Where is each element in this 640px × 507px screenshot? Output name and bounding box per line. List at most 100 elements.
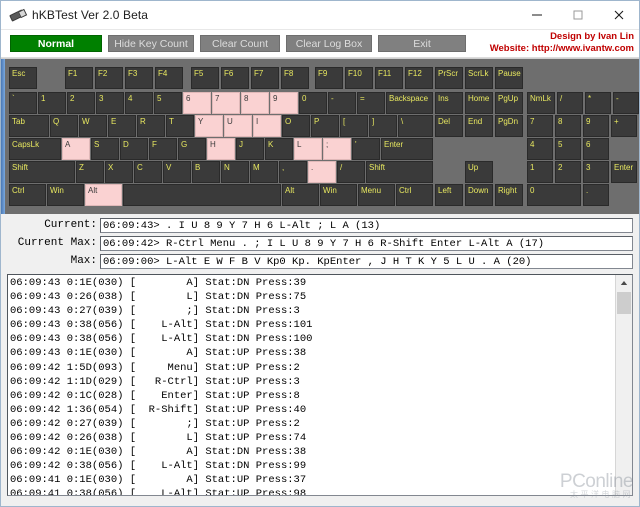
- scrollbar-thumb[interactable]: [617, 292, 631, 314]
- key-Y[interactable]: Y: [195, 115, 223, 137]
- key-Ctrl[interactable]: Ctrl: [9, 184, 46, 206]
- key-D[interactable]: D: [120, 138, 148, 160]
- key-4[interactable]: 4: [125, 92, 153, 114]
- key-F2[interactable]: F2: [95, 67, 123, 89]
- key-8[interactable]: 8: [555, 115, 581, 137]
- key-F10[interactable]: F10: [345, 67, 373, 89]
- key-F11[interactable]: F11: [375, 67, 403, 89]
- key-PgUp[interactable]: PgUp: [495, 92, 523, 114]
- key-sym[interactable]: -: [328, 92, 356, 114]
- key-sym[interactable]: /: [337, 161, 365, 183]
- key-sym[interactable]: *: [585, 92, 611, 114]
- key-Menu[interactable]: Menu: [358, 184, 395, 206]
- key-P[interactable]: P: [311, 115, 339, 137]
- key-F5[interactable]: F5: [191, 67, 219, 89]
- key-Win[interactable]: Win: [47, 184, 84, 206]
- hide-key-count-button[interactable]: Hide Key Count: [108, 35, 194, 52]
- key-Pause[interactable]: Pause: [495, 67, 523, 89]
- key-F9[interactable]: F9: [315, 67, 343, 89]
- key-8[interactable]: 8: [241, 92, 269, 114]
- key-Enter[interactable]: Enter: [611, 161, 637, 183]
- key-sym[interactable]: =: [357, 92, 385, 114]
- key-Backspace[interactable]: Backspace: [386, 92, 433, 114]
- key-S[interactable]: S: [91, 138, 119, 160]
- key-M[interactable]: M: [250, 161, 278, 183]
- key-NmLk[interactable]: NmLk: [527, 92, 555, 114]
- key-sym[interactable]: -: [613, 92, 639, 114]
- key-0[interactable]: 0: [527, 184, 581, 206]
- key-F4[interactable]: F4: [155, 67, 183, 89]
- key-1[interactable]: 1: [38, 92, 66, 114]
- key-F7[interactable]: F7: [251, 67, 279, 89]
- key-9[interactable]: 9: [583, 115, 609, 137]
- clear-log-box-button[interactable]: Clear Log Box: [286, 35, 372, 52]
- key-ScrLk[interactable]: ScrLk: [465, 67, 493, 89]
- key-Ins[interactable]: Ins: [435, 92, 463, 114]
- key-sym[interactable]: ': [352, 138, 380, 160]
- key-sym[interactable]: ,: [279, 161, 307, 183]
- key-Esc[interactable]: Esc: [9, 67, 37, 89]
- key-A[interactable]: A: [62, 138, 90, 160]
- key-5[interactable]: 5: [154, 92, 182, 114]
- key-Left[interactable]: Left: [435, 184, 463, 206]
- key-sym[interactable]: .: [583, 184, 609, 206]
- key-Shift[interactable]: Shift: [366, 161, 433, 183]
- key-Right[interactable]: Right: [495, 184, 523, 206]
- key-Down[interactable]: Down: [465, 184, 493, 206]
- key-CapsLk[interactable]: CapsLk: [9, 138, 61, 160]
- key-T[interactable]: T: [166, 115, 194, 137]
- key-N[interactable]: N: [221, 161, 249, 183]
- key-5[interactable]: 5: [555, 138, 581, 160]
- key-3[interactable]: 3: [583, 161, 609, 183]
- key-Z[interactable]: Z: [76, 161, 104, 183]
- key-C[interactable]: C: [134, 161, 162, 183]
- key-space[interactable]: [123, 184, 281, 206]
- key-F3[interactable]: F3: [125, 67, 153, 89]
- key-End[interactable]: End: [465, 115, 493, 137]
- key-U[interactable]: U: [224, 115, 252, 137]
- normal-button[interactable]: Normal: [10, 35, 102, 52]
- key-7[interactable]: 7: [212, 92, 240, 114]
- key-J[interactable]: J: [236, 138, 264, 160]
- key-6[interactable]: 6: [583, 138, 609, 160]
- key-Shift[interactable]: Shift: [9, 161, 75, 183]
- key-9[interactable]: 9: [270, 92, 298, 114]
- key-1[interactable]: 1: [527, 161, 553, 183]
- key-Tab[interactable]: Tab: [9, 115, 49, 137]
- key-3[interactable]: 3: [96, 92, 124, 114]
- key-sym[interactable]: .: [308, 161, 336, 183]
- key-L[interactable]: L: [294, 138, 322, 160]
- key-sym[interactable]: \: [398, 115, 433, 137]
- key-Alt[interactable]: Alt: [282, 184, 319, 206]
- key-V[interactable]: V: [163, 161, 191, 183]
- key-PrScr[interactable]: PrScr: [435, 67, 463, 89]
- key-F12[interactable]: F12: [405, 67, 433, 89]
- key-H[interactable]: H: [207, 138, 235, 160]
- key-F1[interactable]: F1: [65, 67, 93, 89]
- key-Alt[interactable]: Alt: [85, 184, 122, 206]
- key-2[interactable]: 2: [67, 92, 95, 114]
- key-O[interactable]: O: [282, 115, 310, 137]
- key-Win[interactable]: Win: [320, 184, 357, 206]
- key-sym[interactable]: `: [9, 92, 37, 114]
- key-sym[interactable]: [: [340, 115, 368, 137]
- key-7[interactable]: 7: [527, 115, 553, 137]
- key-4[interactable]: 4: [527, 138, 553, 160]
- key-X[interactable]: X: [105, 161, 133, 183]
- key-E[interactable]: E: [108, 115, 136, 137]
- key-sym[interactable]: +: [611, 115, 637, 137]
- log-scrollbar[interactable]: [615, 275, 632, 495]
- key-R[interactable]: R: [137, 115, 165, 137]
- maximize-icon[interactable]: [557, 1, 598, 29]
- key-sym[interactable]: /: [557, 92, 583, 114]
- key-6[interactable]: 6: [183, 92, 211, 114]
- exit-button[interactable]: Exit: [378, 35, 466, 52]
- key-PgDn[interactable]: PgDn: [495, 115, 523, 137]
- key-Up[interactable]: Up: [465, 161, 493, 183]
- key-Home[interactable]: Home: [465, 92, 493, 114]
- key-sym[interactable]: ;: [323, 138, 351, 160]
- log-box[interactable]: 06:09:43 0:1E(030) [ A] Stat:DN Press:39…: [7, 274, 633, 496]
- key-B[interactable]: B: [192, 161, 220, 183]
- key-Q[interactable]: Q: [50, 115, 78, 137]
- key-F6[interactable]: F6: [221, 67, 249, 89]
